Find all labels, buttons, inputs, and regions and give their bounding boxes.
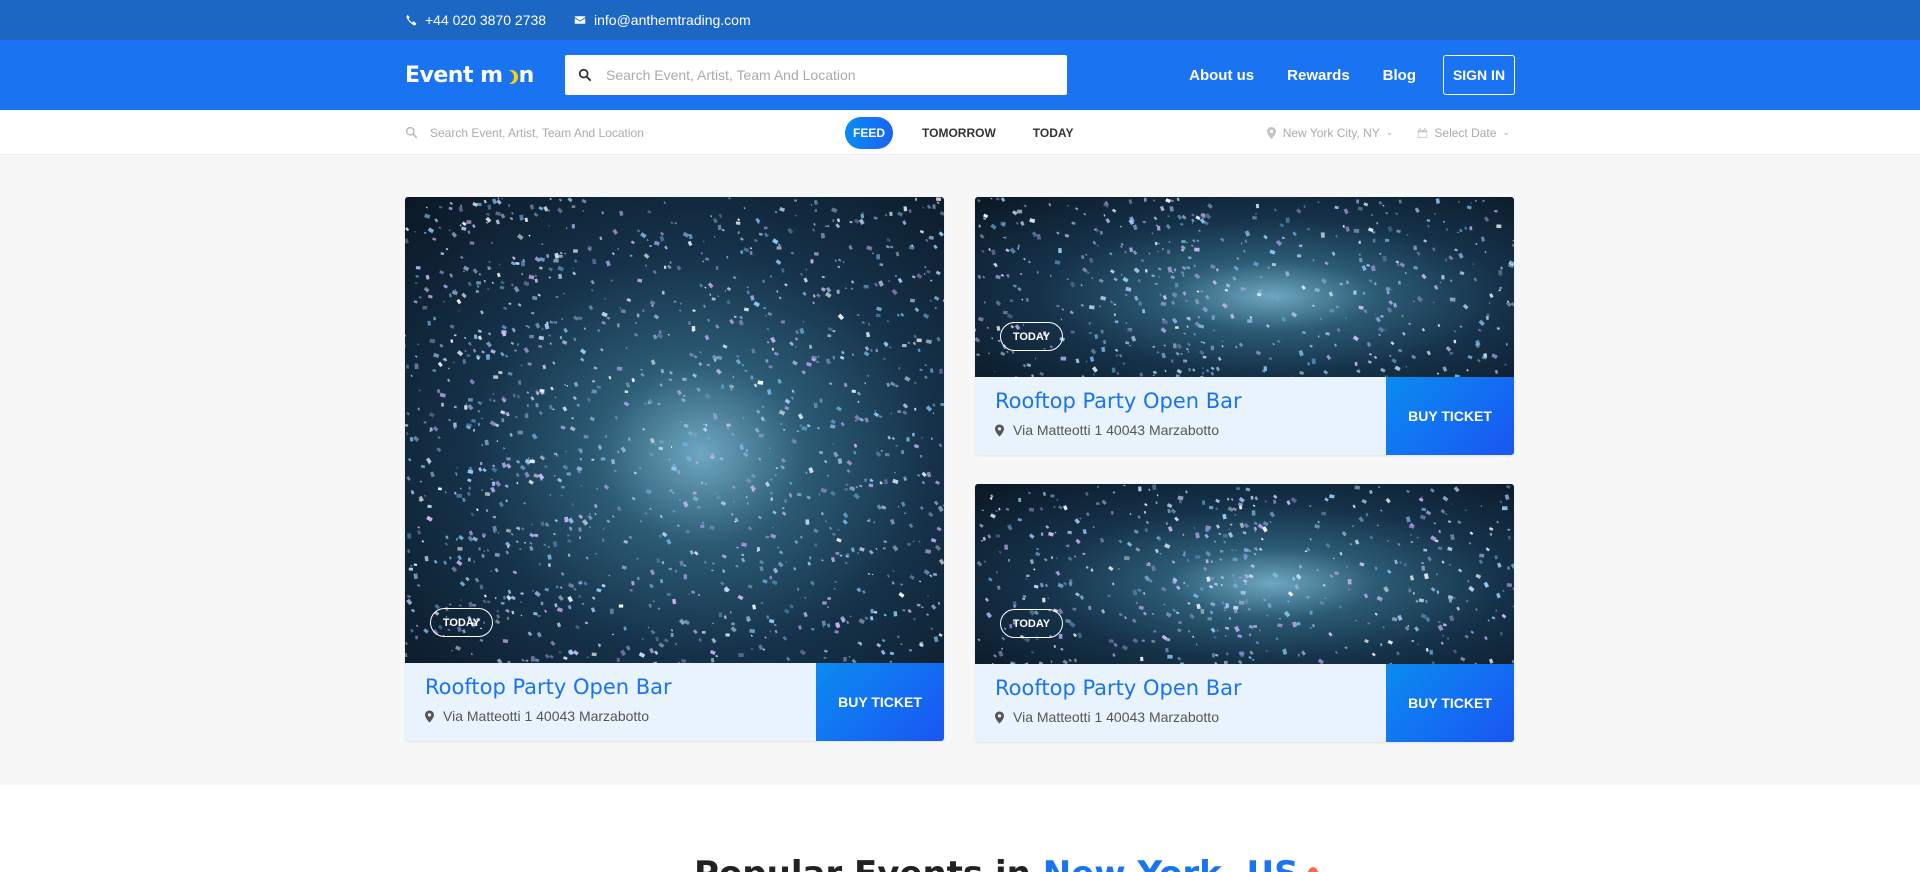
email-address: info@anthemtrading.com [594, 12, 751, 28]
phone-icon [406, 14, 417, 26]
featured-events: TODAY Rooftop Party Open Bar Via Matteot… [0, 155, 1920, 785]
phone-link[interactable]: +44 020 3870 2738 [405, 0, 546, 40]
search-icon [405, 126, 418, 139]
event-image [975, 484, 1514, 664]
filter-dropdowns: New York City, NY ⌄ Select Date ⌄ [1266, 110, 1510, 155]
logo-text-end: n [518, 62, 535, 88]
map-pin-icon [995, 424, 1004, 436]
event-info: Rooftop Party Open Bar Via Matteotti 1 4… [975, 377, 1514, 455]
popular-events-section: Popular Events in New York, US [0, 785, 1920, 872]
event-address: Via Matteotti 1 40043 Marzabotto [995, 709, 1219, 725]
search-icon [578, 68, 592, 82]
filter-search[interactable]: Search Event, Artist, Team And Location [405, 110, 644, 155]
flame-icon [1306, 867, 1319, 872]
event-info: Rooftop Party Open Bar Via Matteotti 1 4… [975, 664, 1514, 742]
map-pin-icon [425, 710, 434, 722]
date-value: Select Date [1434, 125, 1497, 140]
heading-prefix: Popular Events in [694, 854, 1031, 872]
event-date-badge: TODAY [1000, 322, 1063, 351]
tab-today[interactable]: TODAY [1033, 126, 1074, 140]
logo-text-start: Event m [405, 62, 503, 88]
location-dropdown[interactable]: New York City, NY ⌄ [1266, 125, 1394, 140]
event-title[interactable]: Rooftop Party Open Bar [995, 389, 1242, 413]
logo[interactable]: Event m n [405, 40, 534, 110]
event-address-text: Via Matteotti 1 40043 Marzabotto [1013, 709, 1219, 725]
date-dropdown[interactable]: Select Date ⌄ [1417, 126, 1510, 140]
map-pin-icon [1266, 126, 1276, 139]
envelope-icon [574, 16, 586, 24]
event-date-badge: TODAY [1000, 609, 1063, 638]
header-search-box [565, 55, 1067, 95]
email-link[interactable]: info@anthemtrading.com [574, 0, 751, 40]
date-tabs: FEED TOMORROW TODAY [845, 110, 1110, 155]
map-pin-icon [995, 711, 1004, 723]
phone-number: +44 020 3870 2738 [425, 12, 547, 28]
location-value: New York City, NY [1282, 125, 1380, 140]
contact-bar: +44 020 3870 2738 info@anthemtrading.com [0, 0, 1920, 40]
moon-icon [503, 70, 518, 84]
tab-feed[interactable]: FEED [845, 116, 893, 149]
event-address-text: Via Matteotti 1 40043 Marzabotto [1013, 422, 1219, 438]
buy-ticket-button[interactable]: BUY TICKET [1386, 377, 1514, 455]
buy-ticket-button[interactable]: BUY TICKET [1386, 664, 1514, 742]
buy-ticket-button[interactable]: BUY TICKET [816, 663, 944, 741]
chevron-down-icon: ⌄ [1385, 127, 1394, 137]
header-search-input[interactable] [606, 67, 1046, 83]
heading-location: New York, US [1043, 854, 1299, 872]
event-image [975, 197, 1514, 377]
sign-in-button[interactable]: SIGN IN [1443, 55, 1515, 95]
filter-search-placeholder: Search Event, Artist, Team And Location [430, 125, 644, 140]
main-nav: About us Rewards Blog SIGN IN [1189, 40, 1515, 110]
event-card[interactable]: TODAY Rooftop Party Open Bar Via Matteot… [975, 197, 1514, 455]
event-card-featured[interactable]: TODAY Rooftop Party Open Bar Via Matteot… [405, 197, 944, 741]
popular-events-heading: Popular Events in New York, US [694, 854, 1319, 872]
event-image [405, 197, 944, 663]
main-header: Event m n About us Rewards Blog SIGN IN [0, 40, 1920, 110]
event-info: Rooftop Party Open Bar Via Matteotti 1 4… [405, 663, 944, 741]
event-title[interactable]: Rooftop Party Open Bar [425, 675, 672, 699]
nav-blog[interactable]: Blog [1383, 67, 1416, 84]
nav-rewards[interactable]: Rewards [1287, 67, 1350, 84]
chevron-down-icon: ⌄ [1502, 127, 1510, 137]
event-address-text: Via Matteotti 1 40043 Marzabotto [443, 708, 649, 724]
event-card[interactable]: TODAY Rooftop Party Open Bar Via Matteot… [975, 484, 1514, 742]
nav-about-us[interactable]: About us [1189, 67, 1254, 84]
filter-bar: Search Event, Artist, Team And Location … [0, 110, 1920, 155]
event-date-badge: TODAY [430, 608, 493, 637]
calendar-icon [1418, 127, 1428, 138]
event-address: Via Matteotti 1 40043 Marzabotto [425, 708, 649, 724]
event-title[interactable]: Rooftop Party Open Bar [995, 676, 1242, 700]
event-address: Via Matteotti 1 40043 Marzabotto [995, 422, 1219, 438]
tab-tomorrow[interactable]: TOMORROW [922, 126, 996, 140]
